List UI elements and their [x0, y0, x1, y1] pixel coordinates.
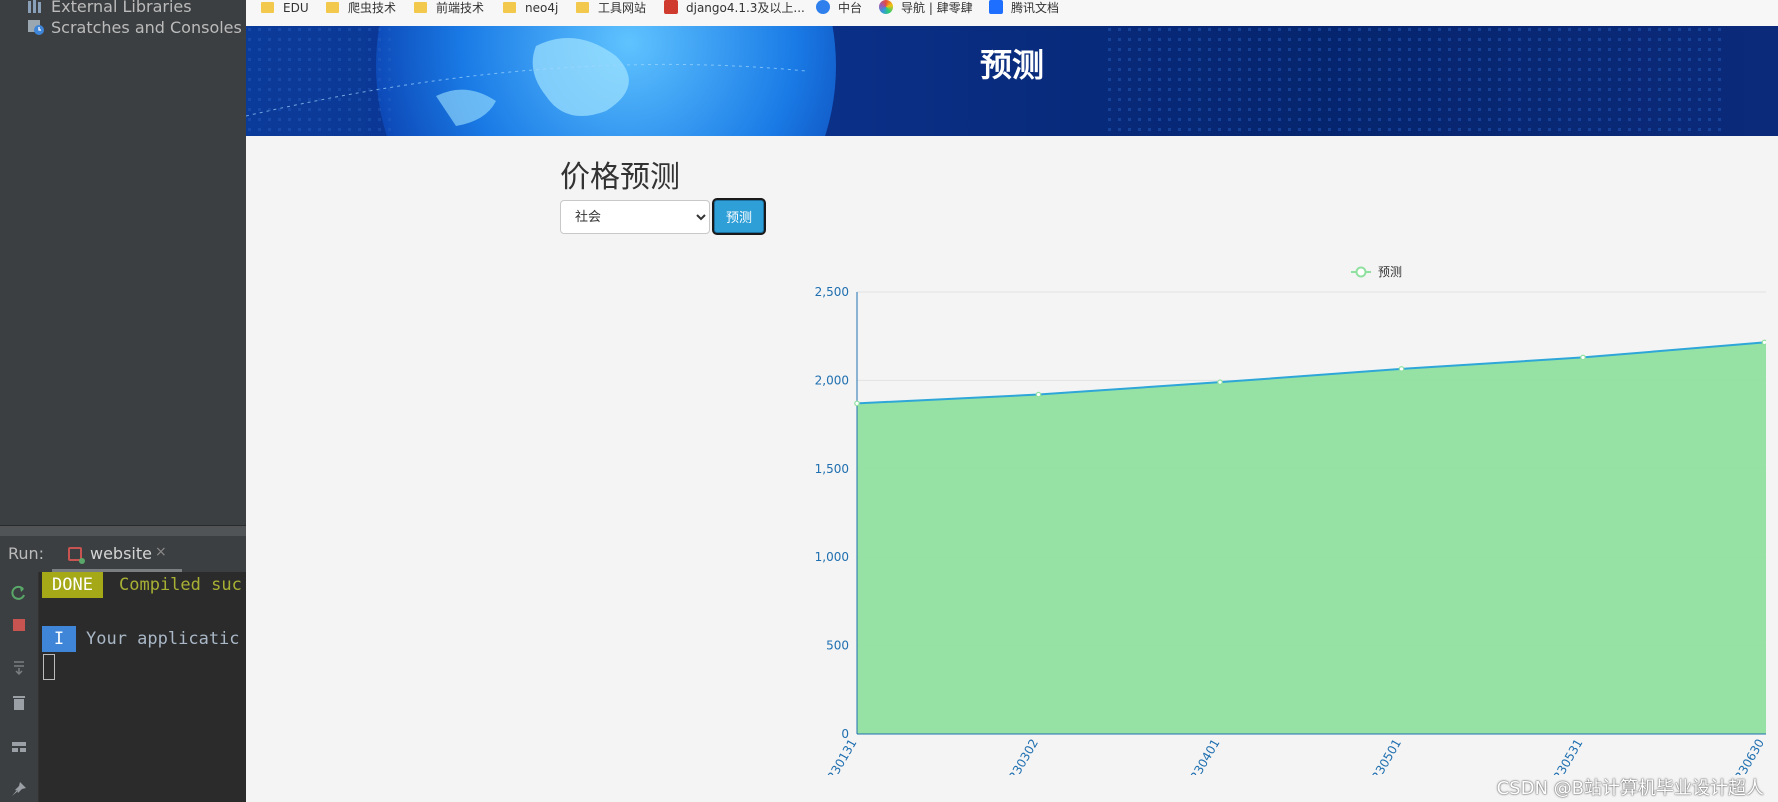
compiled-message: Compiled suc: [119, 575, 242, 595]
scroll-to-end-icon[interactable]: [10, 658, 28, 676]
bookmark-tools[interactable]: 工具网站: [576, 0, 646, 16]
header-banner: 预测: [246, 26, 1778, 136]
data-point[interactable]: [1761, 339, 1766, 346]
close-icon[interactable]: ×: [155, 544, 167, 560]
info-badge: I: [42, 626, 76, 652]
y-tick-labels: 05001,0001,5002,0002,500: [815, 285, 849, 741]
bookmark-label: 腾讯文档: [1011, 1, 1060, 15]
rainbow-icon: [879, 0, 893, 14]
csdn-watermark: CSDN @B站计算机毕业设计超人: [1496, 778, 1764, 799]
rerun-icon[interactable]: [10, 584, 28, 602]
y-tick-label: 500: [826, 639, 849, 653]
browser-viewport: EDU 爬虫技术 前端技术 neo4j 工具网站 django4.1.3及以上.…: [246, 0, 1778, 802]
folder-icon: [503, 2, 516, 13]
folder-icon: [414, 2, 427, 13]
pin-icon[interactable]: [10, 780, 28, 798]
legend-marker: [1355, 266, 1367, 278]
run-toolbar: [0, 572, 39, 802]
stop-icon[interactable]: [10, 616, 28, 634]
data-point[interactable]: [1035, 391, 1042, 398]
bookmark-frontend[interactable]: 前端技术: [414, 0, 484, 16]
django-icon: [664, 0, 678, 14]
run-tab-website[interactable]: website ×: [52, 536, 182, 572]
predict-button[interactable]: 预测: [714, 200, 764, 233]
bookmark-tencent-docs[interactable]: 腾讯文档: [989, 0, 1059, 16]
clear-icon[interactable]: [10, 694, 28, 712]
ide-panel: External Libraries Scratches and Console…: [0, 0, 246, 802]
project-tree: External Libraries Scratches and Console…: [0, 0, 246, 525]
bookmark-crawler[interactable]: 爬虫技术: [326, 0, 396, 16]
bookmark-label: 导航 | 肆零肆: [901, 1, 973, 15]
tree-item-label: External Libraries: [51, 0, 192, 16]
x-tick-label: 20230401: [1180, 737, 1223, 776]
bookmark-label: 爬虫技术: [348, 1, 397, 15]
prediction-chart: 05001,0001,5002,0002,500 20230131 2023030…: [815, 265, 1766, 776]
bookmark-neo4j[interactable]: neo4j: [503, 0, 558, 16]
run-tab-label: website: [90, 544, 152, 563]
prediction-area: [857, 342, 1766, 734]
legend-label: 预测: [1378, 265, 1402, 279]
category-select[interactable]: 社会: [560, 200, 710, 234]
chart-legend[interactable]: 预测: [1351, 265, 1402, 279]
y-tick-label: 2,000: [815, 373, 849, 387]
bookmark-label: EDU: [283, 1, 309, 15]
banner-title: 预测: [979, 46, 1044, 84]
layout-icon[interactable]: [10, 738, 28, 756]
bookmark-edu[interactable]: EDU: [261, 0, 309, 16]
data-point[interactable]: [854, 400, 860, 407]
y-tick-label: 2,500: [815, 285, 849, 299]
console-output[interactable]: DONE Compiled suc I Your applicatic: [39, 572, 246, 802]
bookmark-zhongtai[interactable]: 中台: [816, 0, 862, 16]
data-point[interactable]: [1217, 379, 1223, 385]
x-tick-label: 20230501: [1361, 737, 1404, 776]
console-caret: [43, 654, 55, 680]
running-indicator-icon: [79, 558, 85, 564]
run-label: Run:: [8, 544, 45, 563]
bookmark-label: django4.1.3及以上...: [686, 1, 805, 15]
folder-icon: [326, 2, 339, 13]
data-point[interactable]: [1398, 366, 1405, 372]
tree-item-label: Scratches and Consoles: [51, 18, 242, 37]
x-tick-labels: 20230131 20230302 20230401 20230501 20230531…: [817, 737, 1766, 776]
chat-icon: [816, 0, 830, 14]
tree-item-scratches[interactable]: Scratches and Consoles: [27, 17, 242, 39]
page-title: 价格预测: [560, 160, 680, 195]
x-tick-label: 20230531: [1543, 737, 1586, 776]
tree-item-external-libraries[interactable]: External Libraries: [27, 0, 192, 18]
bookmark-nav[interactable]: 导航 | 肆零肆: [879, 0, 973, 16]
x-tick-label: 20230302: [998, 737, 1041, 776]
x-tick-label: 20230131: [817, 737, 860, 776]
x-tick-label: 20230630: [1724, 737, 1766, 776]
folder-icon: [576, 2, 589, 13]
bookmark-label: 前端技术: [436, 1, 485, 15]
bookmarks-bar: EDU 爬虫技术 前端技术 neo4j 工具网站 django4.1.3及以上.…: [246, 0, 1778, 26]
y-tick-label: 1,000: [815, 550, 849, 564]
bookmark-label: 工具网站: [598, 1, 647, 15]
bookmark-label: neo4j: [525, 1, 559, 15]
panel-splitter[interactable]: [0, 525, 246, 536]
data-point[interactable]: [1580, 354, 1586, 361]
done-badge: DONE: [42, 572, 103, 598]
y-tick-label: 1,500: [815, 462, 849, 476]
app-running-message: Your applicatic: [86, 629, 240, 649]
run-tool-window-header: Run: website ×: [0, 536, 246, 572]
bookmark-django[interactable]: django4.1.3及以上...: [664, 0, 805, 16]
bookmark-label: 中台: [838, 1, 863, 15]
library-icon: [27, 0, 45, 14]
folder-icon: [261, 2, 274, 13]
tencent-docs-icon: [989, 0, 1003, 14]
scratches-icon: [27, 19, 45, 35]
